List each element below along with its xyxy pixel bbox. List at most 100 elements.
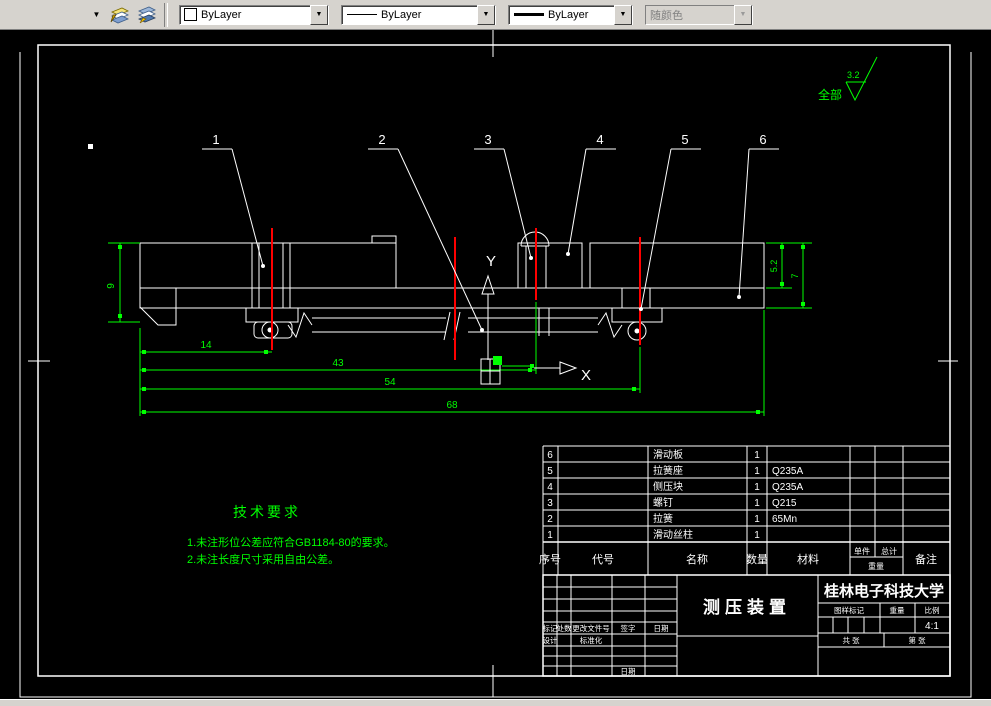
balloon-6[interactable]: 6 [737,132,779,299]
svg-text:6: 6 [759,132,766,147]
rev-doc-no: 更改文件号 [572,623,610,633]
rev-sign: 签字 [621,623,636,633]
header-no: 序号 [539,552,561,566]
chevron-down-icon[interactable]: ▼ [614,4,632,25]
chevron-down-icon[interactable]: ▼ [310,4,328,25]
roughness-scope: 全部 [818,87,842,102]
design-label: 设计 [543,635,558,645]
tech-req-item-1: 1.未注形位公差应符合GB1184-80的要求。 [187,535,395,549]
section-cut-lines[interactable] [271,228,641,360]
header-unit: 单件 [854,546,870,556]
part-qty: 1 [754,530,760,541]
part-qty: 1 [754,466,760,477]
make-object-layer-current-button[interactable] [106,3,131,27]
linetype-control-combo[interactable]: ByLayer ▼ [341,4,496,25]
lineweight-value: ByLayer [548,8,589,21]
header-total: 总计 [881,546,897,556]
object-properties-toolbar: ▼ ByLayer ▼ ByLayer ▼ ByLayer ▼ 随颜色 ▼ [0,0,991,30]
y-axis-label: Y [486,253,496,270]
tech-req-item-2: 2.未注长度尺寸采用自由公差。 [187,552,339,566]
part-no: 2 [547,514,553,525]
title-block: 测压装置 桂林电子科技大学 图样标记 重量 比例 4:1 共 张 第 张 标记 … [542,574,951,677]
chevron-down-icon: ▼ [734,4,752,25]
chevron-down-icon: ▼ [92,10,101,19]
header-remark: 备注 [915,552,937,566]
dim-right-inner[interactable]: 5.2 [769,260,779,273]
revision-row: 标记 处数 更改文件号 签字 日期 设计 标准化 日期 [543,623,669,676]
x-axis-label: X [581,367,591,384]
blip-mark [88,144,93,149]
part-name: 滑动丝柱 [653,528,693,541]
toolbar-flyout-button[interactable]: ▼ [88,5,105,25]
date-label: 日期 [621,667,636,676]
header-qty: 数量 [746,553,768,566]
header-weight: 重量 [868,561,884,571]
linetype-sample-icon [347,14,377,15]
balloon-callouts[interactable]: 1 2 3 4 5 6 [202,132,779,332]
scale-value: 4:1 [925,621,939,632]
upper-plate-left[interactable] [139,242,397,289]
lineweight-control-combo[interactable]: ByLayer ▼ [508,4,633,25]
dim-right-outer[interactable]: 7 [790,273,800,278]
parts-list-table: 6 滑动板 1 5 拉簧座 1 Q235A 4 侧压块 1 Q235A 3 螺钉… [539,445,951,575]
drawing-title: 测压装置 [703,597,791,617]
right-stud[interactable] [611,287,663,341]
part-qty: 1 [754,482,760,493]
layer-previous-button[interactable] [133,3,158,27]
dim-43[interactable]: 43 [332,358,344,369]
drawing-canvas[interactable]: 9 14 43 54 68 5.2 7 Y X 1 2 3 4 5 6 全部 3… [0,30,991,699]
color-swatch-icon [184,8,197,21]
screw-block[interactable] [517,242,583,289]
dim-height[interactable]: 9 [106,283,117,289]
part-no: 5 [547,466,553,477]
dim-14[interactable]: 14 [200,340,212,351]
header-material: 材料 [797,552,819,566]
part-no: 6 [547,450,553,461]
section-view[interactable] [139,228,765,360]
toolbar-separator [164,2,168,27]
weight-header: 重量 [890,606,905,615]
part-material: 65Mn [772,514,797,525]
side-pressure-block[interactable] [589,242,765,289]
tech-requirements[interactable]: 技术要求 1.未注形位公差应符合GB1184-80的要求。 2.未注长度尺寸采用… [187,504,395,566]
part-material: Q235A [772,482,803,493]
dim-68[interactable]: 68 [446,400,458,411]
standard-label: 标准化 [580,635,603,645]
scale-header: 比例 [925,605,940,615]
upper-plate-tab[interactable] [371,235,397,244]
part-no: 1 [547,530,553,541]
plot-style-control-combo: 随颜色 ▼ [645,4,753,25]
roughness-note[interactable]: 全部 3.2 [818,56,878,102]
linetype-value: ByLayer [381,8,422,21]
balloon-3[interactable]: 3 [474,132,533,260]
balloon-5[interactable]: 5 [639,132,701,311]
part-qty: 1 [754,498,760,509]
part-qty: 1 [754,450,760,461]
balloon-1[interactable]: 1 [202,132,265,268]
chevron-down-icon[interactable]: ▼ [477,4,495,25]
color-control-combo[interactable]: ByLayer ▼ [179,4,329,25]
sheet-number: 第 张 [908,635,926,645]
svg-text:5: 5 [681,132,688,147]
part-material: Q235A [772,466,803,477]
balloon-2[interactable]: 2 [368,132,484,332]
organization-name: 桂林电子科技大学 [823,582,944,600]
part-no: 3 [547,498,553,509]
layers-previous-icon [137,6,156,23]
status-strip [0,699,991,706]
svg-text:2: 2 [378,132,385,147]
part-name: 滑动板 [653,448,683,461]
header-code: 代号 [592,553,614,566]
balloon-4[interactable]: 4 [566,132,616,256]
rev-date: 日期 [654,624,669,633]
part-name: 拉簧座 [653,464,683,477]
part-name: 螺钉 [653,497,673,509]
svg-text:1: 1 [212,132,219,147]
roughness-value: 3.2 [847,70,860,80]
dim-54[interactable]: 54 [384,377,396,388]
sheets-total: 共 张 [842,636,860,645]
left-foot-block[interactable] [139,287,177,326]
dimensions[interactable]: 9 14 43 54 68 5.2 7 [106,242,812,416]
sliding-plate[interactable] [139,287,765,309]
tech-req-title: 技术要求 [233,504,301,520]
